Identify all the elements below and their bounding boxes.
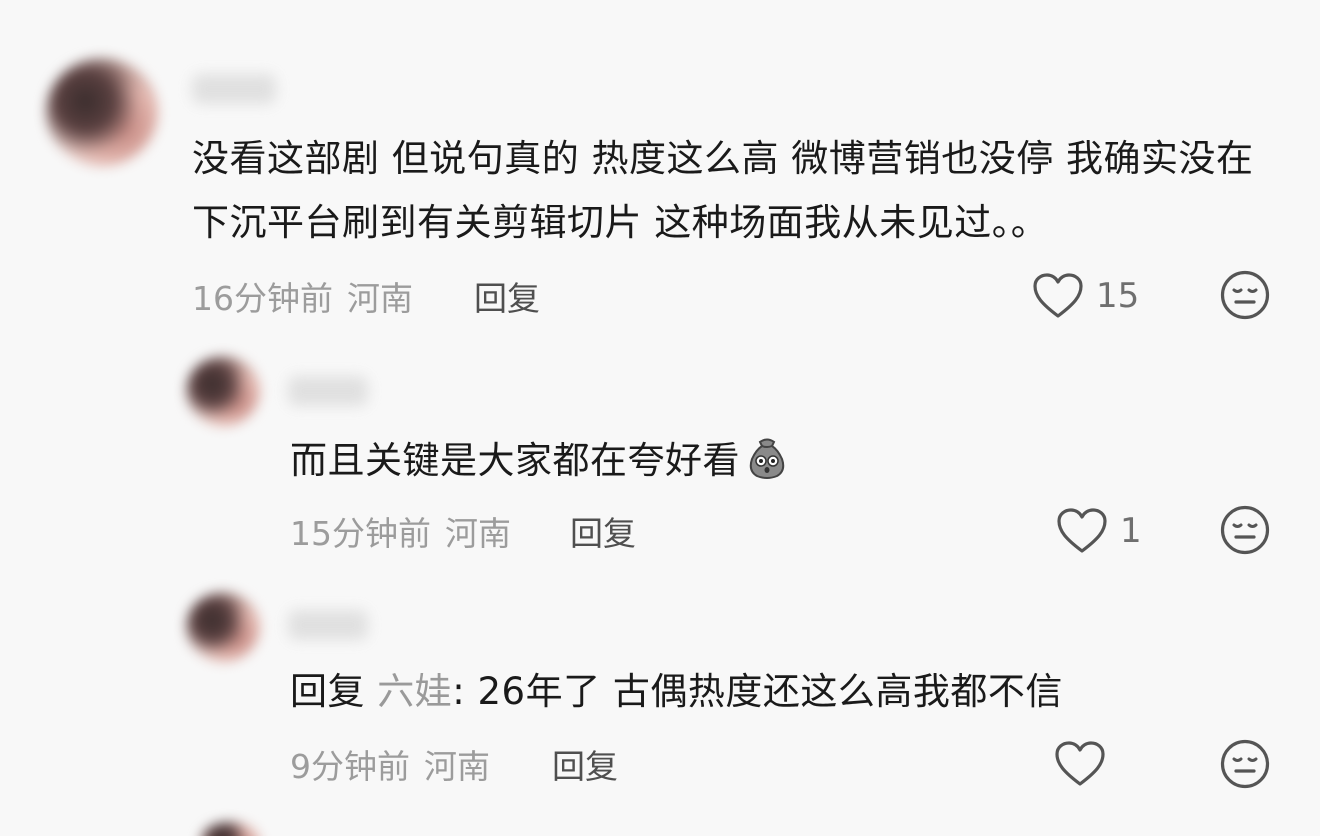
username[interactable] xyxy=(288,376,368,406)
comment-meta: 15分钟前 河南 xyxy=(290,507,511,555)
meh-face-icon[interactable] xyxy=(1220,739,1270,789)
heart-icon xyxy=(1056,507,1108,555)
like-count: 1 xyxy=(1120,511,1142,551)
meh-face-icon[interactable] xyxy=(1220,270,1270,320)
heart-icon xyxy=(1054,740,1106,788)
comment-list: 没看这部剧 但说句真的 热度这么高 微博营销也没停 我确实没在下沉平台刷到有关剪… xyxy=(0,0,1320,836)
comment-time: 16分钟前 xyxy=(192,279,333,318)
comment-location: 河南 xyxy=(424,747,490,786)
comment-location: 河南 xyxy=(445,514,511,553)
comment-time: 9分钟前 xyxy=(290,747,410,786)
reply-button[interactable]: 回复 xyxy=(474,272,540,320)
comment-text-body: 而且关键是大家都在夸好看 xyxy=(290,439,740,482)
meh-face-icon[interactable] xyxy=(1220,505,1270,555)
like-button[interactable] xyxy=(1054,740,1118,788)
heart-icon xyxy=(1032,272,1084,320)
avatar[interactable] xyxy=(200,822,260,836)
sack-face-emoji xyxy=(744,435,790,481)
like-button[interactable]: 1 xyxy=(1056,507,1142,555)
comment-location: 河南 xyxy=(347,279,413,318)
avatar[interactable] xyxy=(46,58,158,166)
like-count: 15 xyxy=(1096,276,1140,316)
reply-target-name[interactable]: 六娃 xyxy=(377,670,452,713)
reply-button[interactable]: 回复 xyxy=(552,740,618,788)
comment-text: 回复 六娃: 26年了 古偶热度还这么高我都不信 xyxy=(290,660,1250,724)
comment-text: 而且关键是大家都在夸好看 xyxy=(290,429,1190,493)
like-button[interactable]: 15 xyxy=(1032,272,1139,320)
reply-button[interactable]: 回复 xyxy=(570,507,636,555)
comment-meta: 16分钟前 河南 xyxy=(192,272,413,320)
comment-text-body: : 26年了 古偶热度还这么高我都不信 xyxy=(452,670,1063,713)
avatar[interactable] xyxy=(186,356,260,426)
avatar[interactable] xyxy=(186,592,260,662)
reply-prefix: 回复 xyxy=(290,670,365,713)
username[interactable] xyxy=(192,74,276,104)
username[interactable] xyxy=(288,610,368,640)
comment-text: 没看这部剧 但说句真的 热度这么高 微博营销也没停 我确实没在下沉平台刷到有关剪… xyxy=(192,137,1254,244)
comment-time: 15分钟前 xyxy=(290,514,431,553)
comment-meta: 9分钟前 河南 xyxy=(290,740,490,788)
